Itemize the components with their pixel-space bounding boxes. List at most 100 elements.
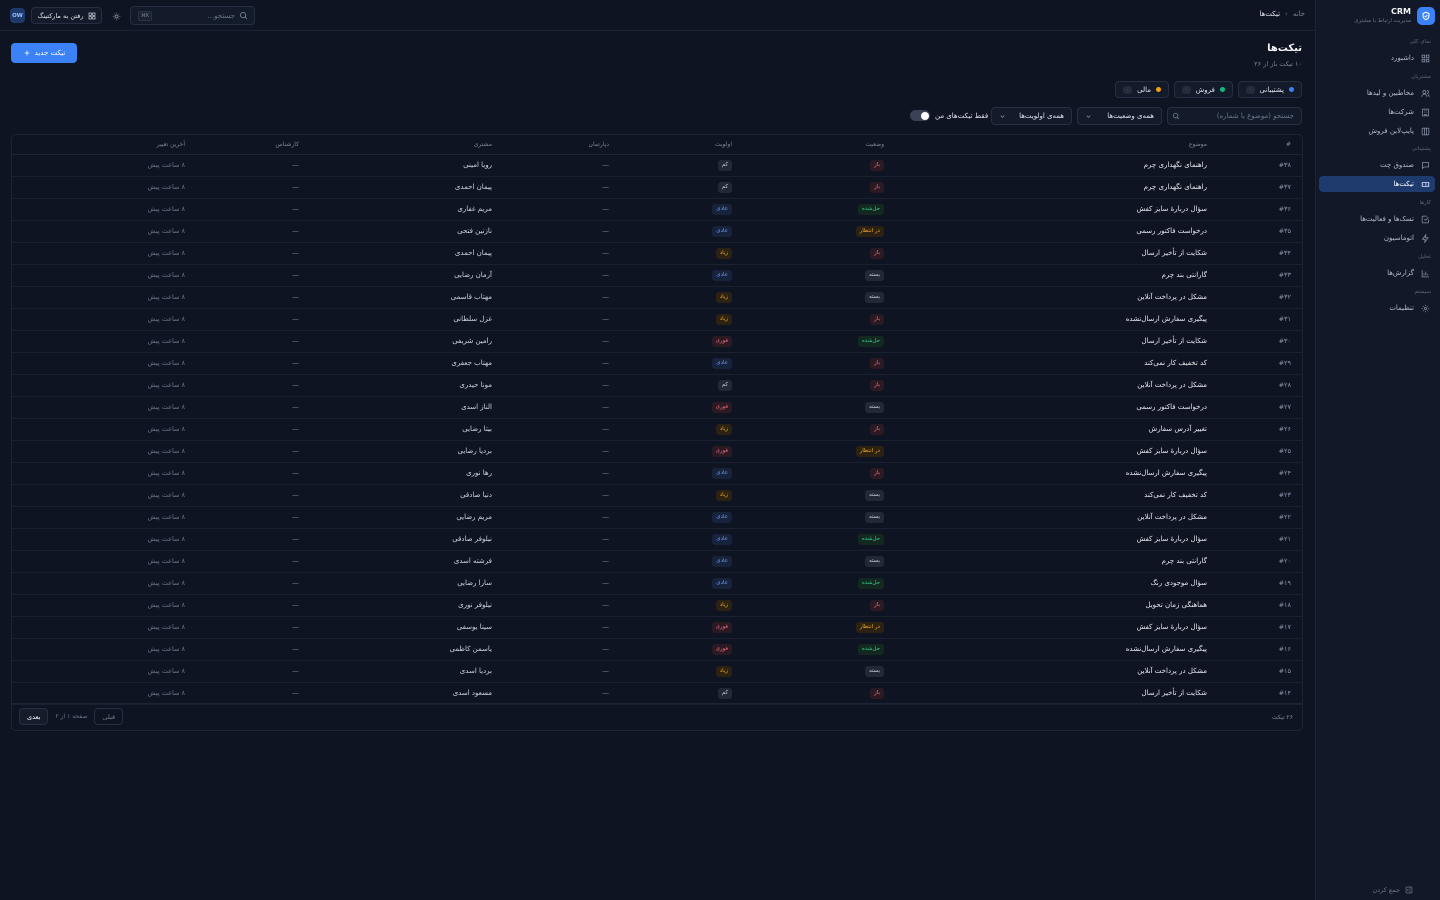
table-row[interactable]: #۳۵ درخواست فاکتور رسمی در انتظار عادی — نازن… [12, 221, 1302, 243]
table-row[interactable]: #۲۲ مشکل در پرداخت آنلاین بسته عادی — مریم رض… [12, 507, 1302, 529]
cell-subject: تغییر آدرس سفارش [1148, 425, 1207, 433]
table-row[interactable]: #۱۸ هماهنگی زمان تحویل باز زیاد — نیلوفر نوری… [12, 595, 1302, 617]
cell-priority: کم [717, 160, 732, 171]
breadcrumb-home[interactable]: خانه [1293, 10, 1305, 18]
table-row[interactable]: #۳۴ شکایت از تأخیر ارسال باز زیاد — پیمان احم… [12, 243, 1302, 265]
column-header-status[interactable]: وضعیت [865, 141, 884, 148]
cell-status: بسته [864, 402, 884, 413]
my-tickets-toggle[interactable]: فقط تیکت‌های من [910, 110, 988, 121]
priority-badge: عادی [712, 556, 732, 567]
table-row[interactable]: #۲۷ درخواست فاکتور رسمی بسته فوری — الناز اسد… [12, 397, 1302, 419]
cell-id: #۲۲ [1278, 513, 1291, 521]
column-header-agent[interactable]: کارشناس [275, 141, 299, 148]
column-header-updated[interactable]: آخرین تغییر [157, 141, 185, 148]
cell-id: #۳۸ [1278, 161, 1291, 169]
sidebar-item-chat-inbox[interactable]: صندوق چت [1319, 157, 1435, 173]
search-input[interactable] [165, 11, 235, 20]
nav-section-overview: نمای کلی [1409, 39, 1431, 45]
table-row[interactable]: #۳۲ مشکل در پرداخت آنلاین بسته زیاد — مهتاب ق… [12, 287, 1302, 309]
cell-updated: ۸ ساعت پیش [147, 623, 185, 631]
sidebar-item-automation[interactable]: اتوماسیون [1319, 230, 1435, 246]
sidebar-item-label: داشبورد [1390, 54, 1414, 62]
sidebar-item-reports[interactable]: گزارش‌ها [1319, 265, 1435, 281]
table-row[interactable]: #۲۹ کد تخفیف کار نمی‌کند باز عادی — مهتاب جعف… [12, 353, 1302, 375]
table-row[interactable]: #۲۶ تغییر آدرس سفارش باز زیاد — بیتا رضایی — ۸ … [12, 419, 1302, 441]
cell-updated: ۸ ساعت پیش [147, 403, 185, 411]
new-ticket-button[interactable]: تیکت جدید [11, 43, 77, 63]
ticket-search[interactable] [1167, 107, 1302, 125]
column-header-department[interactable]: دپارتمان [589, 141, 609, 148]
table-row[interactable]: #۳۳ گارانتی بند چرم بسته عادی — آرمان رضایی — ۸… [12, 265, 1302, 287]
table-row[interactable]: #۱۴ شکایت از تأخیر ارسال باز کم — مسعود اسدی —… [12, 683, 1302, 705]
sidebar-item-contacts[interactable]: مخاطبین و لیدها [1319, 85, 1435, 101]
cell-updated: ۸ ساعت پیش [147, 425, 185, 433]
cell-updated: ۸ ساعت پیش [147, 315, 185, 323]
table-row[interactable]: #۳۶ سؤال دربارهٔ سایز کفش حل‌شده عادی — مریم … [12, 199, 1302, 221]
table-row[interactable]: #۲۴ پیگیری سفارش ارسال‌نشده باز عادی — رها نو… [12, 463, 1302, 485]
column-header-id[interactable]: # [1286, 141, 1291, 148]
cell-agent: — [292, 601, 299, 609]
column-header-subject[interactable]: موضوع [1189, 141, 1207, 148]
table-row[interactable]: #۲۳ کد تخفیف کار نمی‌کند بسته زیاد — دنیا صاد… [12, 485, 1302, 507]
cell-customer: نیلوفر صادقی [452, 535, 492, 543]
ticket-search-input[interactable] [1184, 112, 1294, 120]
cell-agent: — [292, 623, 299, 631]
sidebar-item-dashboard[interactable]: داشبورد [1319, 50, 1435, 66]
sidebar-item-tickets[interactable]: تیکت‌ها [1319, 176, 1435, 192]
cell-department: — [602, 337, 609, 345]
cell-agent: — [292, 579, 299, 587]
priority-select[interactable]: همه‌ی اولویت‌ها [991, 107, 1072, 125]
table-row[interactable]: #۲۰ گارانتی بند چرم بسته عادی — فرشته اسدی — ۸ … [12, 551, 1302, 573]
avatar[interactable]: OW [10, 8, 25, 23]
cell-subject: گارانتی بند چرم [1161, 557, 1207, 565]
next-page-button[interactable]: بعدی [19, 708, 49, 725]
check-square-icon [1419, 213, 1431, 225]
cell-status: حل‌شده [858, 644, 884, 655]
status-badge: باز [870, 182, 884, 193]
brand-title: CRM [1391, 7, 1411, 16]
sidebar-item-tasks[interactable]: تسک‌ها و فعالیت‌ها [1319, 211, 1435, 227]
queue-chip-finance[interactable]: مالی ۰ [1115, 81, 1170, 98]
cell-department: — [602, 359, 609, 367]
priority-badge: فوری [711, 644, 732, 655]
cell-customer: مهتاب جعفری [451, 359, 492, 367]
cell-status: حل‌شده [858, 204, 884, 215]
cell-priority: عادی [712, 534, 732, 545]
cell-agent: — [292, 447, 299, 455]
cell-updated: ۸ ساعت پیش [147, 227, 185, 235]
table-row[interactable]: #۲۱ سؤال دربارهٔ سایز کفش حل‌شده عادی — نیلوف… [12, 529, 1302, 551]
prev-page-button[interactable]: قبلی [94, 708, 124, 725]
sidebar-item-companies[interactable]: شرکت‌ها [1319, 104, 1435, 120]
queue-chip-support[interactable]: پشتیبانی ۰ [1237, 81, 1302, 98]
table-row[interactable]: #۱۷ سؤال دربارهٔ سایز کفش در انتظار فوری — سی… [12, 617, 1302, 639]
toggle-switch[interactable] [910, 110, 930, 121]
gear-icon [1419, 302, 1431, 314]
collapse-sidebar-button[interactable]: جمع کردن [1372, 886, 1413, 894]
table-row[interactable]: #۳۱ پیگیری سفارش ارسال‌نشده باز زیاد — غزل سل… [12, 309, 1302, 331]
table-row[interactable]: #۳۷ راهنمای نگهداری چرم باز کم — پیمان احمدی —… [12, 177, 1302, 199]
table-row[interactable]: #۱۵ مشکل در پرداخت آنلاین بسته زیاد — بردیا ا… [12, 661, 1302, 683]
cell-agent: — [292, 315, 299, 323]
table-row[interactable]: #۲۸ مشکل در پرداخت آنلاین باز کم — مونا حیدری… [12, 375, 1302, 397]
global-search[interactable]: K⌘ [130, 6, 255, 25]
cell-priority: کم [717, 380, 732, 391]
table-row[interactable]: #۲۵ سؤال دربارهٔ سایز کفش در انتظار فوری — بر… [12, 441, 1302, 463]
queue-chip-sales[interactable]: فروش ۰ [1174, 81, 1233, 98]
queue-label: فروش [1195, 85, 1215, 94]
table-row[interactable]: #۱۶ پیگیری سفارش ارسال‌نشده حل‌شده فوری — یاس… [12, 639, 1302, 661]
table-row[interactable]: #۳۸ راهنمای نگهداری چرم باز کم — رویا امینی — ۸… [12, 155, 1302, 177]
column-header-priority[interactable]: اولویت [715, 141, 732, 148]
go-to-marketing-button[interactable]: رفتن به مارکتینگ [31, 7, 102, 24]
users-icon [1419, 87, 1431, 99]
nav-section-tasks: کارها [1419, 200, 1431, 206]
sidebar-item-settings[interactable]: تنظیمات [1319, 300, 1435, 316]
priority-badge: زیاد [715, 490, 732, 501]
table-row[interactable]: #۳۰ شکایت از تأخیر ارسال حل‌شده فوری — رامین … [12, 331, 1302, 353]
theme-toggle-button[interactable] [108, 8, 124, 24]
status-select[interactable]: همه‌ی وضعیت‌ها [1077, 107, 1162, 125]
brand[interactable]: CRM مدیریت ارتباط با مشتری [1321, 6, 1435, 26]
sidebar-item-pipeline[interactable]: پایپ‌لاین فروش [1319, 123, 1435, 139]
cell-agent: — [292, 293, 299, 301]
table-row[interactable]: #۱۹ سؤال موجودی رنگ حل‌شده عادی — سارا رضایی —… [12, 573, 1302, 595]
column-header-customer[interactable]: مشتری [474, 141, 492, 148]
